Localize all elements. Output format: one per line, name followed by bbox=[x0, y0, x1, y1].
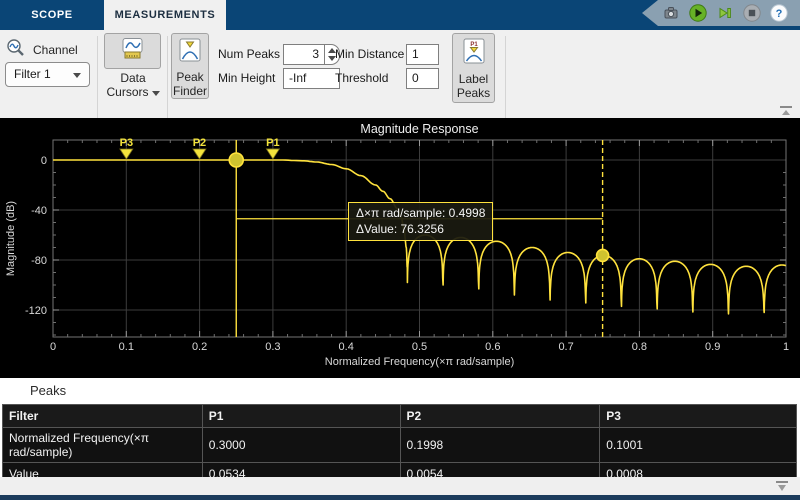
label-peaks-label: Label Peaks bbox=[457, 72, 490, 100]
data-cursor-marker-2[interactable] bbox=[597, 249, 609, 261]
x-tick-label: 0.8 bbox=[632, 341, 647, 353]
threshold-label: Threshold bbox=[335, 68, 388, 88]
num-peaks-label: Num Peaks bbox=[218, 44, 280, 64]
min-height-field[interactable]: -Inf bbox=[283, 68, 340, 89]
peaks-table-cell: Normalized Frequency(×π rad/sample) bbox=[3, 428, 203, 463]
label-peaks-icon: P1 bbox=[462, 38, 486, 69]
data-cursors-label: Data Cursors bbox=[96, 71, 170, 99]
label-peaks-button[interactable]: P1 Label Peaks bbox=[452, 33, 495, 103]
help-icon[interactable]: ? bbox=[770, 4, 788, 22]
x-tick-label: 0.5 bbox=[412, 341, 427, 353]
x-tick-label: 0.3 bbox=[265, 341, 280, 353]
peaks-table-header-cell: Filter bbox=[3, 405, 203, 428]
min-height-label: Min Height bbox=[218, 68, 275, 88]
data-cursors-label-line2: Cursors bbox=[96, 85, 170, 99]
channel-scope-magnifier-icon bbox=[6, 38, 26, 62]
threshold-field[interactable]: 0 bbox=[406, 68, 439, 89]
x-tick-label: 0.1 bbox=[119, 341, 134, 353]
x-tick-label: 0.7 bbox=[558, 341, 573, 353]
y-tick-label: -40 bbox=[31, 205, 47, 217]
min-distance-label: Min Distance bbox=[335, 44, 404, 64]
collapse-peaks-panel-icon[interactable] bbox=[774, 480, 790, 493]
peaks-panel-title: Peaks bbox=[30, 383, 66, 398]
ribbon-toolstrip: Channel Filter 1 CHANNEL Data Cursors CU… bbox=[0, 30, 800, 118]
run-icon[interactable] bbox=[689, 4, 707, 22]
x-tick-label: 0.9 bbox=[705, 341, 720, 353]
filter-select-value: Filter 1 bbox=[14, 67, 51, 81]
scope-display-panel: P1 P2 P3 0 0.1 0.2 0.3 0.4 0.5 0.6 0.7 0.8 0.9 1 0 -40 -… bbox=[0, 118, 800, 378]
step-forward-icon[interactable] bbox=[716, 4, 734, 22]
cursor-readout-tooltip[interactable]: Δ×π rad/sample: 0.4998 ΔValue: 76.3256 bbox=[348, 202, 493, 241]
channel-button[interactable]: Channel bbox=[6, 38, 78, 62]
stop-icon[interactable] bbox=[743, 4, 761, 22]
x-axis-label: Normalized Frequency(×π rad/sample) bbox=[325, 356, 514, 368]
channel-button-label: Channel bbox=[33, 43, 78, 57]
peaks-table-cell: 0.1998 bbox=[400, 428, 600, 463]
tab-bar: SCOPE MEASUREMENTS ? bbox=[0, 0, 800, 30]
peaks-table-header-row: FilterP1P2P3 bbox=[3, 405, 797, 428]
data-cursors-icon bbox=[120, 37, 146, 66]
y-tick-label: -120 bbox=[25, 305, 47, 317]
quick-access-toolbar: ? bbox=[642, 0, 800, 26]
cursor-readout-line2: ΔValue: 76.3256 bbox=[356, 221, 485, 237]
chevron-down-icon bbox=[73, 73, 81, 78]
chart-title: Magnitude Response bbox=[360, 122, 478, 136]
filter-select-dropdown[interactable]: Filter 1 bbox=[5, 62, 90, 87]
peak-marker-label-p3: P3 bbox=[120, 137, 133, 149]
peaks-table-cell: 0.1001 bbox=[600, 428, 797, 463]
y-tick-label: -80 bbox=[31, 255, 47, 267]
peak-finder-label: Peak Finder bbox=[173, 70, 207, 98]
x-tick-label: 0.2 bbox=[192, 341, 207, 353]
tab-measurements[interactable]: MEASUREMENTS bbox=[104, 0, 226, 30]
data-cursors-button[interactable] bbox=[104, 33, 161, 69]
peak-marker-label-p2: P2 bbox=[193, 137, 206, 149]
chevron-down-icon bbox=[152, 91, 160, 96]
peak-marker-label-p1: P1 bbox=[266, 137, 279, 149]
peaks-table-cell: 0.3000 bbox=[202, 428, 400, 463]
num-peaks-spinner[interactable]: 3 bbox=[283, 44, 340, 65]
tab-scope[interactable]: SCOPE bbox=[14, 0, 90, 30]
x-tick-label: 0.6 bbox=[485, 341, 500, 353]
data-cursors-label-line1: Data bbox=[96, 71, 170, 85]
cursor-readout-line1: Δ×π rad/sample: 0.4998 bbox=[356, 205, 485, 221]
y-tick-label: 0 bbox=[41, 155, 47, 167]
peaks-table-row: Normalized Frequency(×π rad/sample)0.300… bbox=[3, 428, 797, 463]
x-tick-label: 0 bbox=[50, 341, 56, 353]
num-peaks-value[interactable]: 3 bbox=[283, 44, 324, 65]
collapse-ribbon-icon[interactable] bbox=[778, 104, 794, 118]
status-strip bbox=[0, 495, 800, 500]
snapshot-icon[interactable] bbox=[662, 4, 680, 22]
min-distance-field[interactable]: 1 bbox=[406, 44, 439, 65]
peaks-panel: Peaks FilterP1P2P3 Normalized Frequency(… bbox=[0, 378, 800, 495]
peaks-table-header-cell: P3 bbox=[600, 405, 797, 428]
peaks-panel-footer bbox=[0, 477, 800, 495]
svg-text:?: ? bbox=[776, 8, 783, 20]
x-tick-label: 1 bbox=[783, 341, 789, 353]
x-tick-label: 0.4 bbox=[339, 341, 354, 353]
peak-finder-button[interactable]: Peak Finder bbox=[171, 33, 209, 99]
peaks-table: FilterP1P2P3 Normalized Frequency(×π rad… bbox=[2, 404, 797, 486]
peaks-table-header-cell: P2 bbox=[400, 405, 600, 428]
y-axis-label: Magnitude (dB) bbox=[5, 201, 17, 276]
data-cursor-marker-1[interactable] bbox=[229, 153, 243, 167]
magnitude-response-chart: P1 P2 P3 0 0.1 0.2 0.3 0.4 0.5 0.6 0.7 0.8 0.9 1 0 -40 -… bbox=[0, 118, 800, 378]
peak-finder-icon bbox=[179, 38, 201, 67]
peaks-table-header-cell: P1 bbox=[202, 405, 400, 428]
